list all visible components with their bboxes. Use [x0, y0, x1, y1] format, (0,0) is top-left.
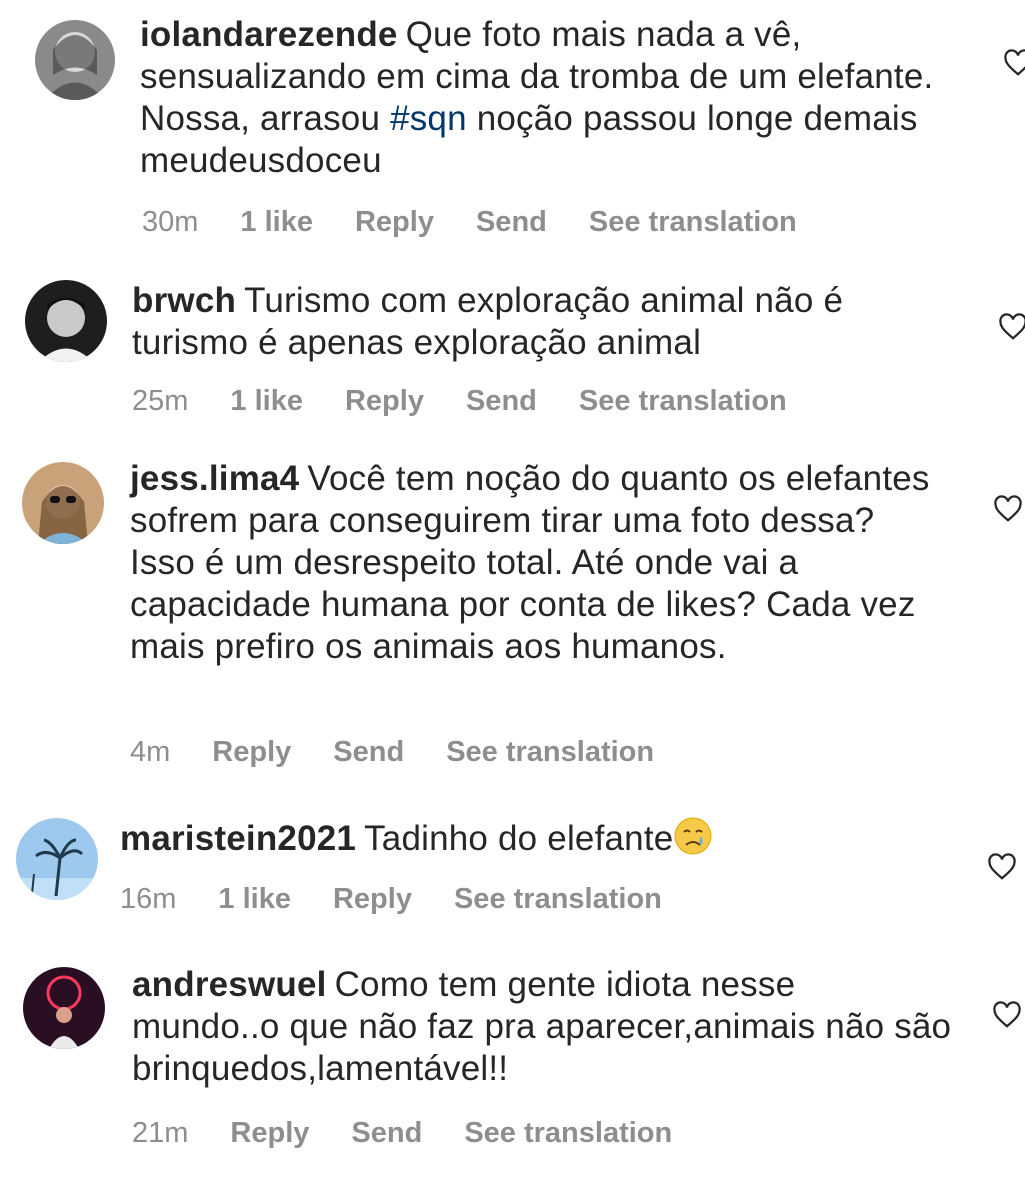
comment-time: 30m [142, 206, 199, 238]
comment-time: 21m [132, 1117, 189, 1149]
avatar[interactable] [25, 280, 107, 362]
heart-outline-icon[interactable] [987, 852, 1017, 882]
crying-face-emoji [673, 816, 713, 856]
send-button[interactable]: Send [476, 206, 547, 239]
send-button[interactable]: Send [466, 385, 537, 418]
comment-meta: 30m 1 like Reply Send See translation [142, 206, 839, 239]
comment-time: 16m [120, 883, 177, 915]
likes-count[interactable]: 1 like [240, 206, 313, 239]
likes-count[interactable]: 1 like [230, 385, 303, 418]
see-translation-button[interactable]: See translation [446, 736, 654, 769]
see-translation-button[interactable]: See translation [454, 883, 662, 916]
comment-meta: 4m Reply Send See translation [130, 736, 696, 769]
comment-meta: 16m 1 like Reply See translation [120, 883, 704, 916]
comment-body: Turismo com exploração animal não é turi… [132, 281, 844, 362]
see-translation-button[interactable]: See translation [464, 1117, 672, 1150]
heart-outline-icon[interactable] [993, 494, 1023, 524]
reply-button[interactable]: Reply [212, 736, 291, 769]
comment-time: 4m [130, 736, 171, 768]
reply-button[interactable]: Reply [345, 385, 424, 418]
comment-username[interactable]: maristein2021 [120, 819, 356, 858]
heart-outline-icon[interactable] [998, 312, 1025, 342]
avatar[interactable] [22, 462, 104, 544]
reply-button[interactable]: Reply [333, 883, 412, 916]
reply-button[interactable]: Reply [230, 1117, 309, 1150]
comment-meta: 21m Reply Send See translation [132, 1117, 714, 1150]
send-button[interactable]: Send [333, 736, 404, 769]
comment-text: jess.lima4 Você tem noção do quanto os el… [130, 458, 930, 668]
see-translation-button[interactable]: See translation [589, 206, 797, 239]
avatar[interactable] [16, 818, 98, 900]
comment-username[interactable]: iolandarezende [140, 15, 398, 54]
hashtag-link[interactable]: #sqn [390, 99, 467, 138]
avatar[interactable] [35, 20, 115, 100]
see-translation-button[interactable]: See translation [579, 385, 787, 418]
comment-text: brwch Turismo com exploração animal não é… [132, 280, 952, 364]
comment-text: andreswuel Como tem gente idiota nesse mu… [132, 964, 952, 1090]
comment-text: maristein2021 Tadinho do elefante [120, 816, 900, 860]
heart-outline-icon[interactable] [1003, 48, 1025, 78]
comment-meta: 25m 1 like Reply Send See translation [132, 385, 829, 418]
send-button[interactable]: Send [351, 1117, 422, 1150]
avatar[interactable] [23, 967, 105, 1049]
comment-username[interactable]: jess.lima4 [130, 459, 299, 498]
comment-username[interactable]: andreswuel [132, 965, 327, 1004]
likes-count[interactable]: 1 like [218, 883, 291, 916]
comment-username[interactable]: brwch [132, 281, 236, 320]
reply-button[interactable]: Reply [355, 206, 434, 239]
comment-time: 25m [132, 385, 189, 417]
heart-outline-icon[interactable] [992, 1000, 1022, 1030]
comment-body: Tadinho do elefante [364, 819, 674, 858]
comment-text: iolandarezende Que foto mais nada a vê, s… [140, 14, 940, 182]
